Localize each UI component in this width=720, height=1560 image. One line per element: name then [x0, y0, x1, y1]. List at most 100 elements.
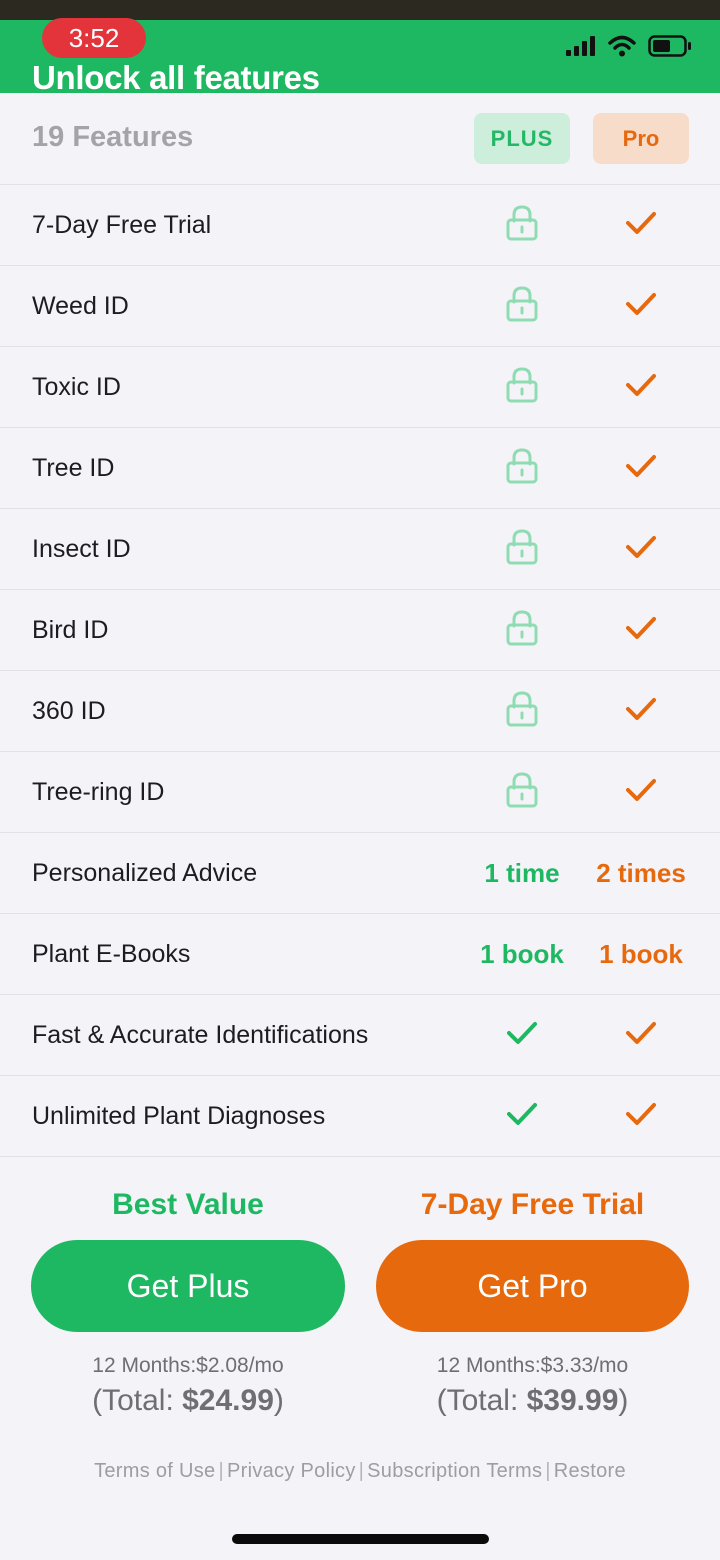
- status-icons: [566, 31, 692, 61]
- feature-row: Plant E-Books 1 book 1 book: [0, 914, 720, 995]
- plus-cell: [462, 590, 582, 670]
- feature-label: Tree-ring ID: [32, 778, 165, 806]
- lock-icon: [505, 771, 539, 814]
- feature-label: Fast & Accurate Identifications: [32, 1021, 369, 1049]
- plus-value: 1 book: [480, 938, 564, 969]
- total-prefix: (Total:: [92, 1384, 183, 1417]
- pro-cell: 1 book: [581, 914, 701, 994]
- get-pro-button[interactable]: Get Pro: [376, 1240, 689, 1332]
- get-plus-button[interactable]: Get Plus: [31, 1240, 345, 1332]
- check-icon: [625, 210, 657, 241]
- feature-row: 7-Day Free Trial: [0, 185, 720, 266]
- separator: |: [545, 1460, 551, 1482]
- feature-label: Insect ID: [32, 535, 131, 563]
- pro-total-price: (Total: $39.99): [376, 1384, 689, 1418]
- check-icon: [625, 777, 657, 808]
- check-icon: [625, 1101, 657, 1132]
- check-icon: [506, 1020, 538, 1051]
- pro-cell: [581, 509, 701, 589]
- feature-rows: 7-Day Free Trial Weed ID Toxic ID Tree ID In…: [0, 185, 720, 1157]
- plus-cell: [462, 428, 582, 508]
- plus-cell: [462, 509, 582, 589]
- plus-cell: [462, 185, 582, 265]
- separator: |: [358, 1460, 365, 1482]
- status-time: 3:52: [42, 18, 146, 58]
- total-suffix: ): [273, 1384, 284, 1417]
- feature-row: Unlimited Plant Diagnoses: [0, 1076, 720, 1157]
- feature-label: 7-Day Free Trial: [32, 211, 212, 239]
- pro-cell: [581, 590, 701, 670]
- feature-row: 360 ID: [0, 671, 720, 752]
- plus-plan-tag: Best Value: [112, 1188, 264, 1221]
- feature-row: Bird ID: [0, 590, 720, 671]
- plus-value: 1 time: [484, 857, 560, 888]
- feature-label: Tree ID: [32, 454, 115, 482]
- feature-label: Bird ID: [32, 616, 109, 644]
- pro-cell: [581, 428, 701, 508]
- plus-monthly-price: 12 Months:$2.08/mo: [92, 1354, 284, 1377]
- feature-count: 19 Features: [32, 121, 194, 153]
- lock-icon: [505, 204, 539, 247]
- pro-cell: [581, 347, 701, 427]
- check-icon: [625, 372, 657, 403]
- pro-cell: [581, 752, 701, 832]
- check-icon: [625, 291, 657, 322]
- feature-row: Tree-ring ID: [0, 752, 720, 833]
- pro-cell: [581, 266, 701, 346]
- check-icon: [625, 615, 657, 646]
- subscription-terms-link[interactable]: Subscription Terms: [367, 1460, 542, 1482]
- plus-total-price: (Total: $24.99): [31, 1384, 345, 1418]
- pro-cell: [581, 995, 701, 1075]
- restore-link[interactable]: Restore: [554, 1460, 626, 1482]
- check-icon: [625, 696, 657, 727]
- pro-value: 2 times: [596, 857, 686, 888]
- check-icon: [625, 534, 657, 565]
- lock-icon: [505, 447, 539, 490]
- battery-icon: [648, 35, 691, 57]
- pro-plan-tag: 7-Day Free Trial: [420, 1188, 645, 1221]
- lock-icon: [505, 609, 539, 652]
- lock-icon: [505, 528, 539, 571]
- feature-comparison-table: 19 Features PLUS Pro 7-Day Free Trial Wee…: [0, 93, 720, 1157]
- separator: |: [218, 1460, 224, 1482]
- terms-of-use-link[interactable]: Terms of Use: [94, 1460, 215, 1482]
- pro-cell: [581, 185, 701, 265]
- page-title: Unlock all features: [32, 59, 320, 96]
- feature-label: Toxic ID: [32, 373, 121, 401]
- plus-cell: [462, 752, 582, 832]
- lock-icon: [505, 366, 539, 409]
- feature-label: Unlimited Plant Diagnoses: [32, 1102, 326, 1130]
- pro-cell: 2 times: [581, 833, 701, 913]
- pro-cell: [581, 1076, 701, 1156]
- feature-label: Personalized Advice: [32, 859, 258, 887]
- feature-label: Weed ID: [32, 292, 129, 320]
- home-indicator: [232, 1534, 489, 1544]
- feature-label: Plant E-Books: [32, 940, 191, 968]
- plus-cell: [462, 995, 582, 1075]
- lock-icon: [505, 690, 539, 733]
- feature-row: Insect ID: [0, 509, 720, 590]
- plus-column-badge: PLUS: [474, 113, 570, 164]
- privacy-policy-link[interactable]: Privacy Policy: [227, 1460, 356, 1482]
- pro-cell: [581, 671, 701, 751]
- plus-cell: [462, 1076, 582, 1156]
- pro-total-amount: $39.99: [526, 1384, 619, 1417]
- check-icon: [625, 1020, 657, 1051]
- check-icon: [506, 1101, 538, 1132]
- feature-row: Personalized Advice 1 time 2 times: [0, 833, 720, 914]
- signal-icon: [566, 36, 595, 56]
- lock-icon: [505, 285, 539, 328]
- total-prefix: (Total:: [436, 1384, 527, 1417]
- plus-total-amount: $24.99: [182, 1384, 274, 1417]
- footer-links: Terms of Use | Privacy Policy | Subscription…: [0, 1460, 720, 1483]
- feature-row: Tree ID: [0, 428, 720, 509]
- feature-row: Toxic ID: [0, 347, 720, 428]
- wifi-icon: [608, 35, 636, 57]
- feature-row: Fast & Accurate Identifications: [0, 995, 720, 1076]
- check-icon: [625, 453, 657, 484]
- plus-cell: [462, 671, 582, 751]
- total-suffix: ): [618, 1384, 629, 1417]
- table-header: 19 Features PLUS Pro: [0, 93, 720, 185]
- pro-column-badge: Pro: [593, 113, 689, 164]
- feature-row: Weed ID: [0, 266, 720, 347]
